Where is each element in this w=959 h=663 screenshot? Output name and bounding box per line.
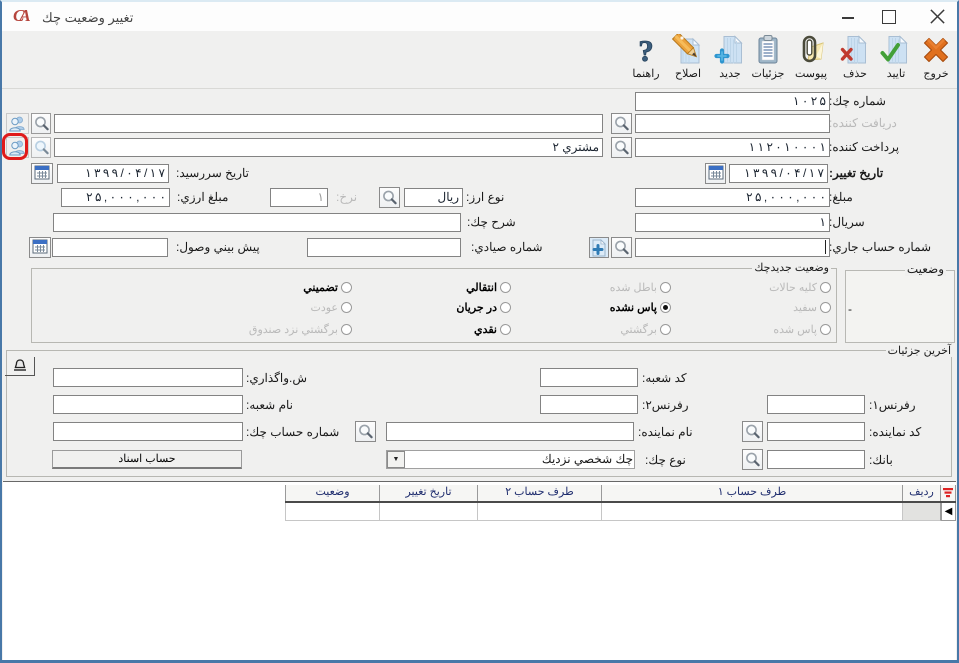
svg-text:?: ? bbox=[638, 34, 654, 66]
